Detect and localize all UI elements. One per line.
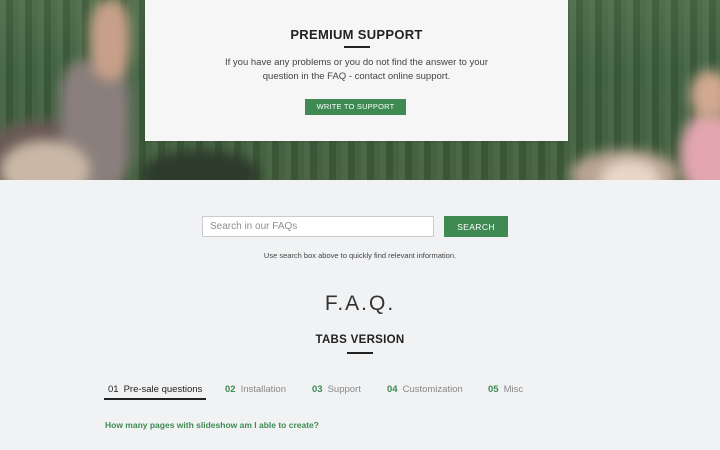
- tabs-heading-divider: [347, 352, 373, 354]
- tabs-version-heading: TABS VERSION: [315, 334, 405, 346]
- title-divider: [343, 46, 370, 48]
- tab-number: 03: [312, 384, 323, 395]
- tab-support[interactable]: 03 Support: [312, 384, 361, 395]
- tab-number: 01: [108, 384, 119, 395]
- premium-support-card: PREMIUM SUPPORT If you have any problems…: [145, 0, 568, 141]
- faq-search-input[interactable]: [202, 216, 434, 237]
- search-hint: Use search box above to quickly find rel…: [263, 251, 457, 260]
- support-description: If you have any problems or you do not f…: [225, 57, 488, 82]
- tab-label: Support: [327, 384, 361, 395]
- tab-number: 04: [387, 384, 398, 395]
- tab-label: Misc: [503, 384, 524, 395]
- support-title: PREMIUM SUPPORT: [290, 27, 423, 42]
- write-to-support-button[interactable]: WRITE TO SUPPORT: [305, 99, 406, 115]
- tab-number: 05: [488, 384, 499, 395]
- faq-question-link[interactable]: How many pages with slideshow am I able …: [105, 420, 319, 430]
- tab-pre-sale-questions[interactable]: 01 Pre-sale questions: [103, 384, 207, 400]
- tab-installation[interactable]: 02 Installation: [225, 384, 286, 395]
- tab-number: 02: [225, 384, 236, 395]
- search-button[interactable]: SEARCH: [444, 216, 508, 237]
- tab-customization[interactable]: 04 Customization: [387, 384, 463, 395]
- tab-misc[interactable]: 05 Misc: [488, 384, 523, 395]
- tab-label: Pre-sale questions: [123, 384, 203, 395]
- tab-label: Customization: [402, 384, 463, 395]
- faq-heading: F.A.Q.: [324, 292, 396, 315]
- tab-label: Installation: [240, 384, 286, 395]
